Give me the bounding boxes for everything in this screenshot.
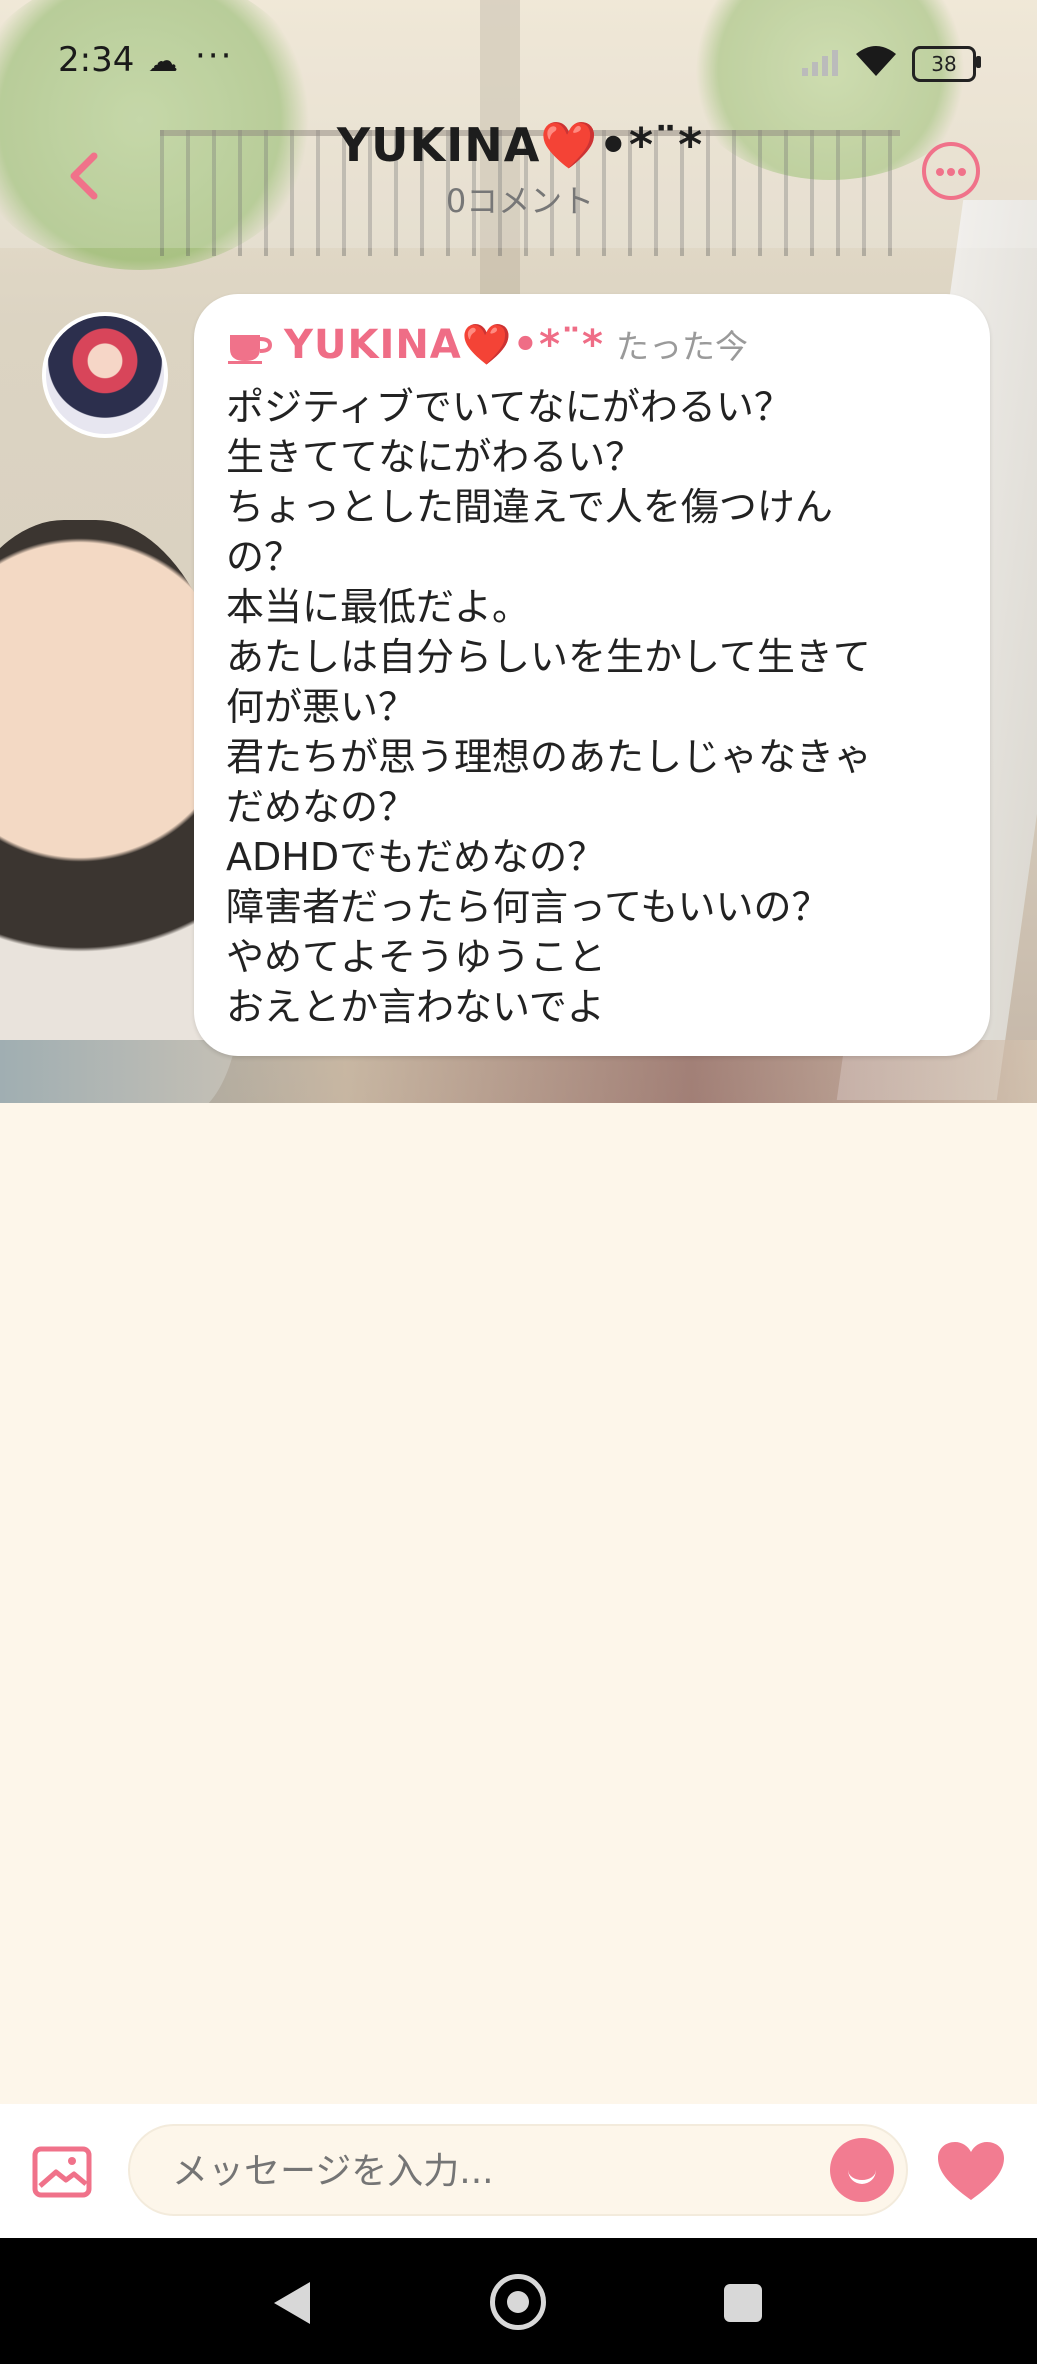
system-navigation-bar — [0, 2238, 1037, 2364]
emoji-icon[interactable] — [830, 2138, 894, 2202]
message-bubble: YUKINA❤️•*¨* たった今 ポジティブでいてなにがわるい？ 生きててなに… — [194, 294, 990, 1056]
message-line: やめてよそうゆうこと — [226, 935, 607, 979]
signal-icon — [802, 50, 838, 76]
battery-indicator: 38 — [912, 46, 976, 82]
message-line: ちょっとした間違えで人を傷つけん — [226, 485, 833, 529]
nav-back-icon[interactable] — [272, 2280, 312, 2326]
message-line: 何が悪い？ — [226, 685, 417, 729]
message-input[interactable] — [128, 2124, 908, 2216]
nav-home-icon[interactable] — [490, 2274, 546, 2330]
message-author[interactable]: YUKINA❤️•*¨* — [284, 321, 604, 368]
message-line: だめなの？ — [226, 785, 417, 829]
status-time: 2:34 — [58, 40, 135, 80]
avatar[interactable] — [42, 312, 168, 438]
message-line: 障害者だったら何言ってもいいの？ — [226, 885, 830, 929]
message-line: の？ — [226, 535, 303, 579]
message-input-bar — [0, 2104, 1037, 2238]
message-line: あたしは自分らしいを生かして生きて — [226, 635, 871, 679]
page-title: YUKINA❤️•*¨* — [336, 118, 704, 172]
status-bar: 2:34 ☁ ··· 38 — [0, 0, 1037, 120]
cloud-icon: ☁ — [148, 44, 178, 79]
nav-recents-icon[interactable] — [724, 2284, 762, 2322]
more-options-button[interactable] — [922, 142, 980, 200]
message-line: ADHDでもだめなの？ — [226, 835, 606, 879]
message-timestamp: たった今 — [615, 327, 748, 366]
back-icon[interactable] — [60, 148, 110, 204]
message-line: 生きててなにがわるい？ — [226, 435, 644, 479]
message-line: おえとか言わないでよ — [226, 985, 605, 1029]
heart-icon[interactable] — [936, 2140, 1006, 2204]
message-line: 君たちが思う理想のあたしじゃなきゃ — [226, 735, 873, 779]
message-line: ポジティブでいてなにがわるい？ — [226, 385, 792, 429]
more-notifications-icon: ··· — [195, 36, 234, 76]
cup-icon — [228, 335, 272, 364]
message-input-field[interactable] — [170, 2150, 774, 2193]
message-text: ポジティブでいてなにがわるい？ 生きててなにがわるい？ ちょっとした間違えで人を… — [226, 382, 956, 1032]
battery-cap — [976, 56, 981, 68]
message-header: YUKINA❤️•*¨* たった今 — [226, 316, 956, 372]
message-line: 本当に最低だよ。 — [226, 585, 531, 629]
image-icon[interactable] — [32, 2146, 92, 2198]
more-icon — [936, 168, 944, 176]
comment-count: 0コメント — [445, 182, 595, 220]
wifi-icon — [856, 46, 896, 76]
